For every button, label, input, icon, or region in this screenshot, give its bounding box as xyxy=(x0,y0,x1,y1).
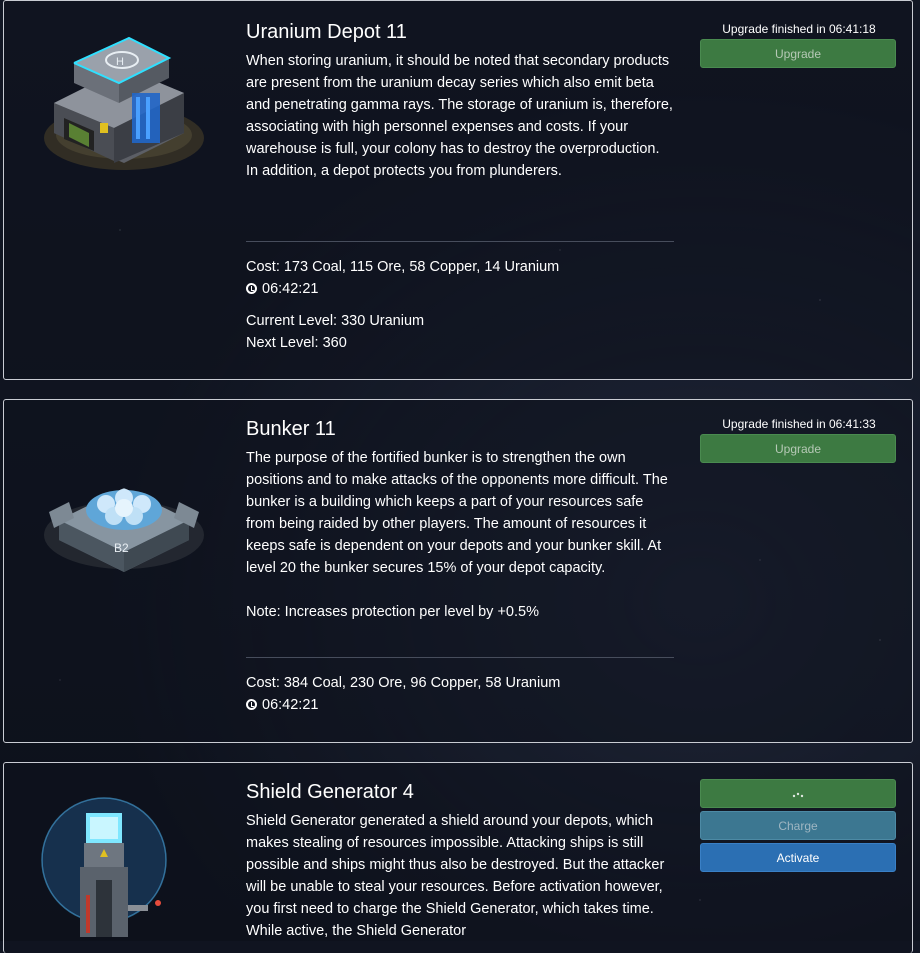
building-card-bunker: B2 Bunker 11 The purpose of the fortifie… xyxy=(3,399,913,743)
cost-text: Cost: 173 Coal, 115 Ore, 58 Copper, 14 U… xyxy=(246,259,560,275)
building-title: Shield Generator 4 xyxy=(246,781,414,803)
activate-button[interactable]: Activate xyxy=(700,843,896,872)
building-description: The purpose of the fortified bunker is t… xyxy=(246,450,668,576)
cost-text: Cost: 384 Coal, 230 Ore, 96 Copper, 58 U… xyxy=(246,675,561,691)
clock-icon xyxy=(246,283,257,294)
building-description: Shield Generator generated a shield arou… xyxy=(246,813,665,939)
current-level: Current Level: 330 Uranium xyxy=(246,313,425,329)
bunker-image: B2 xyxy=(34,440,214,600)
upgrade-button[interactable]: Upgrade xyxy=(700,434,896,463)
build-time: 06:42:21 xyxy=(262,697,319,713)
building-card-shield-generator: Shield Generator 4 Shield Generator gene… xyxy=(3,762,913,953)
building-note: Note: Increases protection per level by … xyxy=(246,604,539,620)
shield-generator-image xyxy=(34,785,214,945)
bunker-label: B2 xyxy=(114,541,129,555)
upgrade-status: Upgrade finished in 06:41:33 xyxy=(722,417,876,431)
card-divider xyxy=(246,657,674,658)
svg-text:H: H xyxy=(116,56,124,68)
clock-icon xyxy=(246,699,257,710)
building-card-uranium-depot: H Uranium Depot 11 When storing uranium,… xyxy=(3,0,913,380)
building-title: Bunker 11 xyxy=(246,418,336,440)
building-title: Uranium Depot 11 xyxy=(246,21,407,43)
charge-button[interactable]: Charge xyxy=(700,811,896,840)
loading-icon xyxy=(792,792,804,798)
build-time: 06:42:21 xyxy=(262,281,319,297)
loading-button[interactable] xyxy=(700,779,896,808)
card-divider xyxy=(246,241,674,242)
upgrade-status: Upgrade finished in 06:41:18 xyxy=(722,22,876,36)
upgrade-button[interactable]: Upgrade xyxy=(700,39,896,68)
next-level: Next Level: 360 xyxy=(246,335,347,351)
uranium-depot-image: H xyxy=(34,23,214,183)
building-description: When storing uranium, it should be noted… xyxy=(246,53,673,179)
